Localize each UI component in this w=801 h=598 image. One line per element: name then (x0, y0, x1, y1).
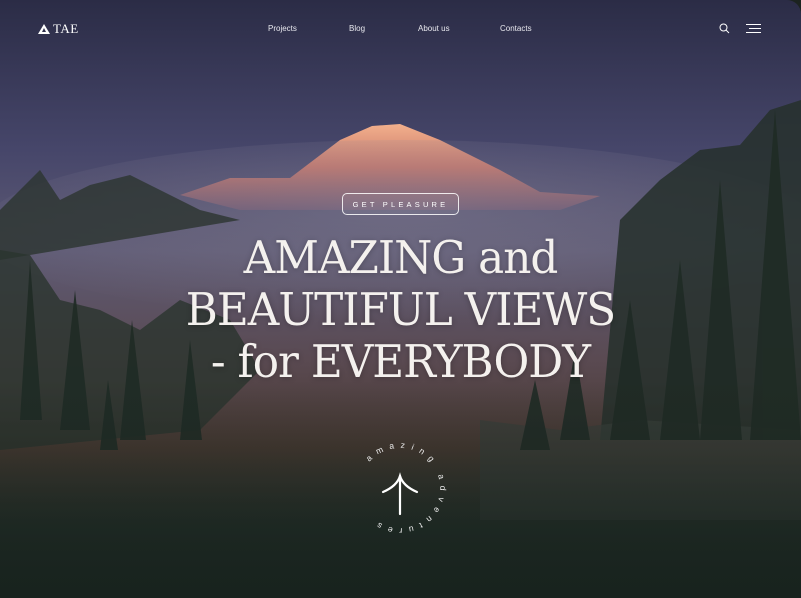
hero-headline: AMAZING and BEAUTIFUL VIEWS - for EVERYB… (0, 232, 801, 388)
get-pleasure-button[interactable]: GET PLEASURE (342, 193, 459, 215)
mountain-logo-icon (38, 24, 50, 34)
brand-logo[interactable]: TAE (38, 21, 79, 37)
headline-line-1: AMAZING and (243, 231, 559, 284)
brand-name: TAE (53, 21, 79, 36)
nav-contacts[interactable]: Contacts (500, 24, 532, 33)
circle-text: amazing adventures (364, 440, 448, 536)
headline-line-2: BEAUTIFUL VIEWS (185, 283, 616, 336)
top-navigation: TAE Projects Blog About us Contacts (0, 0, 801, 58)
page: TAE Projects Blog About us Contacts GET … (0, 0, 801, 598)
nav-about-us[interactable]: About us (418, 24, 450, 33)
headline-line-3: - for EVERYBODY (210, 335, 591, 388)
scroll-badge[interactable]: amazing adventures (350, 438, 450, 538)
arrow-up-icon (381, 472, 419, 516)
nav-projects[interactable]: Projects (268, 24, 297, 33)
search-icon[interactable] (719, 23, 730, 34)
menu-icon[interactable] (746, 24, 761, 33)
nav-blog[interactable]: Blog (349, 24, 365, 33)
